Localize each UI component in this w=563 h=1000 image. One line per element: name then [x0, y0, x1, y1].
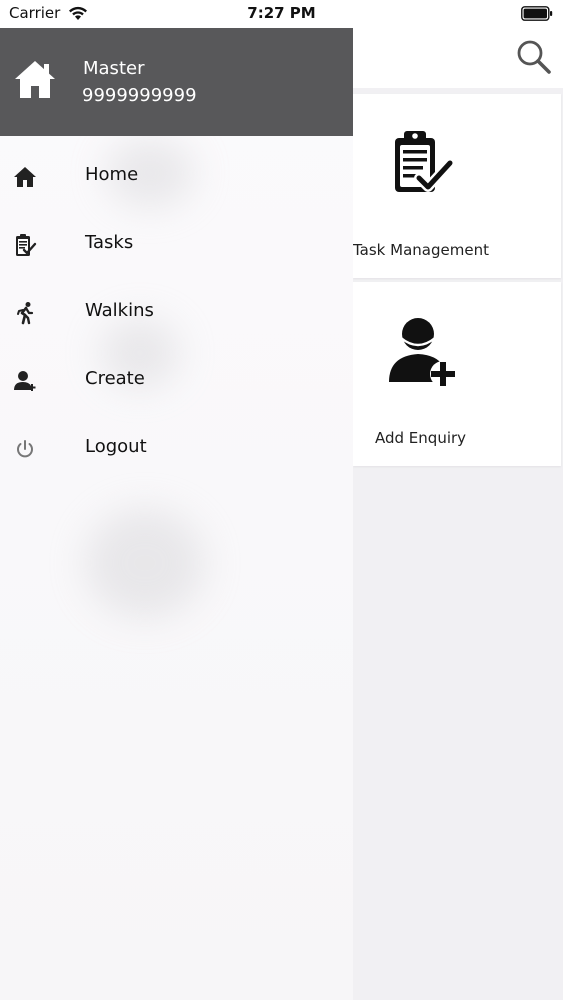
task-management-card[interactable]: Task Management: [353, 94, 561, 278]
menu-item-home[interactable]: Home: [0, 149, 353, 205]
status-bar: Carrier 7:27 PM: [0, 0, 563, 28]
status-time: 7:27 PM: [247, 4, 316, 22]
user-phone: 9999999999: [82, 85, 197, 106]
drawer-header: Master 9999999999: [0, 28, 353, 136]
menu-item-tasks[interactable]: Tasks: [0, 217, 353, 273]
search-icon[interactable]: [515, 38, 553, 76]
background-blur: [85, 508, 205, 618]
user-name: Master: [83, 58, 145, 79]
navigation-drawer: Master 9999999999 Home Tasks Walkins Cre…: [0, 28, 353, 1000]
person-walking-icon: [17, 302, 34, 325]
menu-item-label: Home: [85, 164, 139, 185]
add-user-icon: [14, 371, 36, 391]
menu-item-create[interactable]: Create: [0, 353, 353, 409]
battery-icon: [521, 6, 553, 21]
menu-item-label: Tasks: [85, 232, 134, 253]
menu-item-walkins[interactable]: Walkins: [0, 285, 353, 341]
menu-item-label: Logout: [85, 436, 147, 457]
clipboard-check-icon: [16, 234, 37, 256]
add-enquiry-card[interactable]: Add Enquiry: [353, 282, 561, 466]
power-icon: [17, 440, 33, 458]
clipboard-check-icon: [395, 131, 455, 192]
menu-item-label: Walkins: [85, 300, 154, 321]
home-icon: [14, 167, 36, 187]
add-user-icon: [389, 318, 456, 387]
card-label: Add Enquiry: [375, 429, 467, 447]
card-label: Task Management: [353, 241, 489, 259]
menu-item-label: Create: [85, 368, 145, 389]
home-icon: [15, 61, 55, 98]
menu-item-logout[interactable]: Logout: [0, 421, 353, 477]
